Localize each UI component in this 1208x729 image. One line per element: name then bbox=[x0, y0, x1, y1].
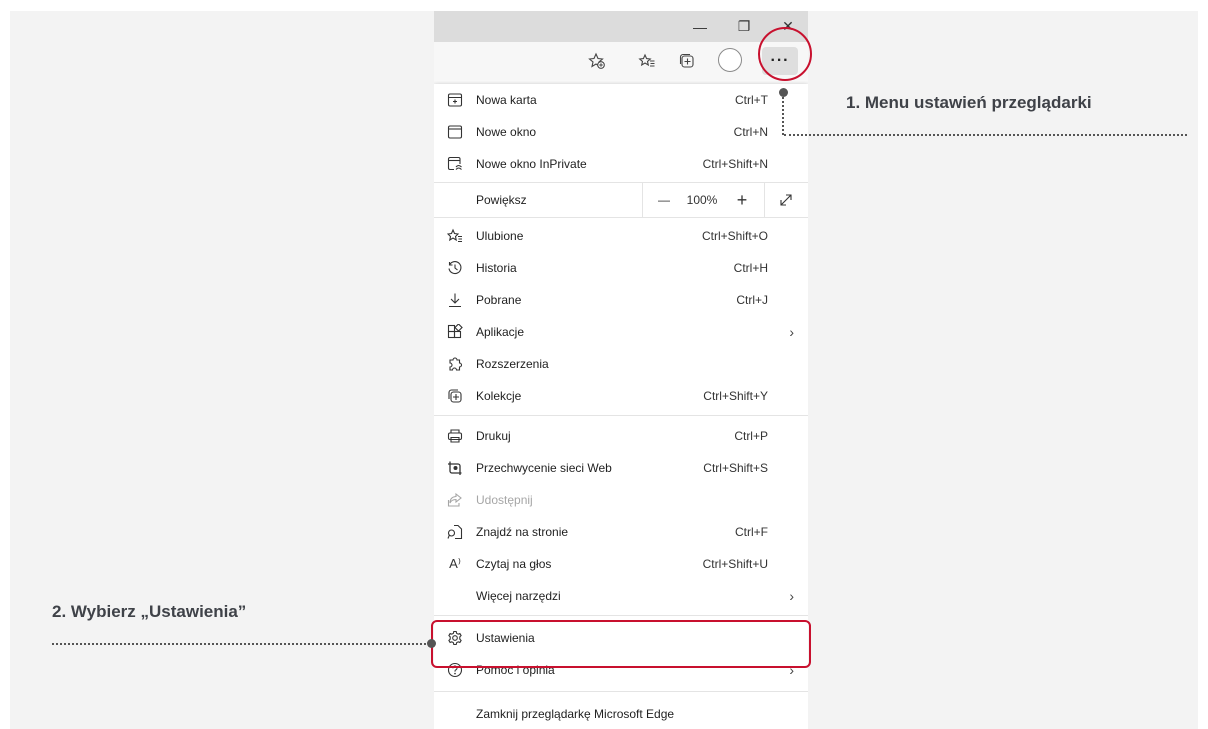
zoom-in-button[interactable]: + bbox=[728, 183, 756, 217]
menu-item-share: Udostępnij bbox=[434, 484, 808, 516]
menu-item-label: Udostępnij bbox=[476, 493, 533, 507]
web-capture-icon bbox=[446, 459, 464, 477]
zoom-divider bbox=[764, 183, 765, 217]
menu-item-shortcut: Ctrl+Shift+N bbox=[702, 157, 768, 171]
add-favorite-button[interactable] bbox=[580, 42, 614, 80]
menu-item-shortcut: Ctrl+Shift+O bbox=[701, 229, 768, 243]
menu-item-shortcut: Ctrl+H bbox=[733, 261, 768, 275]
chevron-right-icon: › bbox=[789, 588, 794, 604]
fullscreen-icon bbox=[780, 194, 792, 206]
title-bar: — ❐ ✕ bbox=[434, 11, 808, 42]
menu-item-shortcut: Ctrl+J bbox=[736, 293, 768, 307]
share-icon bbox=[446, 491, 464, 509]
menu-item-close-edge[interactable]: Zamknij przeglądarkę Microsoft Edge bbox=[434, 698, 808, 729]
menu-item-more-tools[interactable]: Więcej narzędzi › bbox=[434, 580, 808, 612]
callout-connector bbox=[784, 134, 1187, 136]
profile-avatar[interactable] bbox=[718, 48, 742, 72]
favorites-icon bbox=[446, 227, 464, 245]
apps-icon bbox=[446, 323, 464, 341]
chevron-right-icon: › bbox=[789, 324, 794, 340]
menu-item-shortcut: Ctrl+Shift+Y bbox=[703, 389, 768, 403]
callout-pin bbox=[779, 88, 788, 97]
add-favorite-icon bbox=[588, 52, 605, 69]
menu-item-new-window[interactable]: Nowe okno Ctrl+N bbox=[434, 116, 808, 148]
menu-item-label: Czytaj na głos bbox=[476, 557, 552, 571]
collections-button[interactable] bbox=[670, 42, 704, 80]
menu-item-shortcut: Ctrl+T bbox=[735, 93, 768, 107]
zoom-label: Powiększ bbox=[476, 193, 527, 207]
callout-pin bbox=[427, 639, 436, 648]
callout-connector bbox=[52, 643, 430, 645]
menu-item-shortcut: Ctrl+N bbox=[733, 125, 768, 139]
browser-toolbar: ··· bbox=[434, 42, 808, 80]
zoom-out-button[interactable]: — bbox=[650, 183, 678, 217]
menu-item-new-tab[interactable]: Nowa karta Ctrl+T bbox=[434, 84, 808, 116]
menu-divider bbox=[434, 217, 808, 218]
download-icon bbox=[446, 291, 464, 309]
zoom-row: Powiększ — 100% + bbox=[434, 183, 808, 217]
menu-item-shortcut: Ctrl+F bbox=[735, 525, 768, 539]
menu-item-web-capture[interactable]: Przechwycenie sieci Web Ctrl+Shift+S bbox=[434, 452, 808, 484]
menu-item-find[interactable]: Znajdź na stronie Ctrl+F bbox=[434, 516, 808, 548]
zoom-level: 100% bbox=[686, 193, 718, 207]
read-aloud-icon: A⁾ bbox=[449, 556, 461, 571]
minimize-icon: — bbox=[693, 18, 707, 35]
callout-step-2: 2. Wybierz „Ustawienia” bbox=[52, 602, 247, 621]
menu-item-downloads[interactable]: Pobrane Ctrl+J bbox=[434, 284, 808, 316]
menu-item-collections[interactable]: Kolekcje Ctrl+Shift+Y bbox=[434, 380, 808, 412]
collections-icon bbox=[446, 387, 464, 405]
menu-item-label: Nowa karta bbox=[476, 93, 537, 107]
highlight-box bbox=[431, 620, 811, 668]
menu-item-label: Aplikacje bbox=[476, 325, 525, 339]
menu-item-favorites[interactable]: Ulubione Ctrl+Shift+O bbox=[434, 220, 808, 252]
menu-item-label: Znajdź na stronie bbox=[476, 525, 569, 539]
restore-button[interactable]: ❐ bbox=[726, 11, 762, 42]
menu-item-shortcut: Ctrl+P bbox=[734, 429, 768, 443]
menu-item-print[interactable]: Drukuj Ctrl+P bbox=[434, 420, 808, 452]
minimize-button[interactable]: — bbox=[682, 11, 718, 42]
menu-item-label: Przechwycenie sieci Web bbox=[476, 461, 612, 475]
menu-divider bbox=[434, 691, 808, 692]
menu-item-label: Kolekcje bbox=[476, 389, 522, 403]
extensions-icon bbox=[446, 355, 464, 373]
menu-item-label: Zamknij przeglądarkę Microsoft Edge bbox=[476, 707, 675, 721]
menu-item-label: Więcej narzędzi bbox=[476, 589, 561, 603]
menu-item-label: Nowe okno bbox=[476, 125, 537, 139]
favorites-button[interactable] bbox=[630, 42, 664, 80]
print-icon bbox=[446, 427, 464, 445]
callout-connector bbox=[782, 97, 784, 135]
menu-item-label: Ulubione bbox=[476, 229, 524, 243]
restore-icon: ❐ bbox=[737, 18, 751, 34]
menu-item-label: Nowe okno InPrivate bbox=[476, 157, 587, 171]
menu-item-extensions[interactable]: Rozszerzenia bbox=[434, 348, 808, 380]
zoom-divider bbox=[642, 183, 643, 217]
menu-item-label: Rozszerzenia bbox=[476, 357, 549, 371]
menu-item-read-aloud[interactable]: A⁾ Czytaj na głos Ctrl+Shift+U bbox=[434, 548, 808, 580]
menu-item-shortcut: Ctrl+Shift+U bbox=[702, 557, 768, 571]
inprivate-icon bbox=[446, 155, 464, 173]
menu-item-history[interactable]: Historia Ctrl+H bbox=[434, 252, 808, 284]
menu-divider bbox=[434, 415, 808, 416]
fullscreen-button[interactable] bbox=[770, 183, 802, 217]
minus-icon: — bbox=[658, 193, 670, 207]
menu-item-label: Drukuj bbox=[476, 429, 511, 443]
menu-item-label: Historia bbox=[476, 261, 517, 275]
history-icon bbox=[446, 259, 464, 277]
new-window-icon bbox=[446, 123, 464, 141]
collections-icon bbox=[679, 53, 694, 68]
menu-item-apps[interactable]: Aplikacje › bbox=[434, 316, 808, 348]
find-icon bbox=[446, 523, 464, 541]
plus-icon: + bbox=[736, 189, 748, 210]
menu-item-shortcut: Ctrl+Shift+S bbox=[703, 461, 768, 475]
menu-item-inprivate[interactable]: Nowe okno InPrivate Ctrl+Shift+N bbox=[434, 148, 808, 180]
menu-item-label: Pobrane bbox=[476, 293, 522, 307]
highlight-ring bbox=[758, 27, 812, 81]
favorites-icon bbox=[638, 53, 655, 67]
menu-divider bbox=[434, 615, 808, 616]
new-tab-icon bbox=[446, 91, 464, 109]
callout-step-1: 1. Menu ustawień przeglądarki bbox=[846, 93, 1092, 112]
